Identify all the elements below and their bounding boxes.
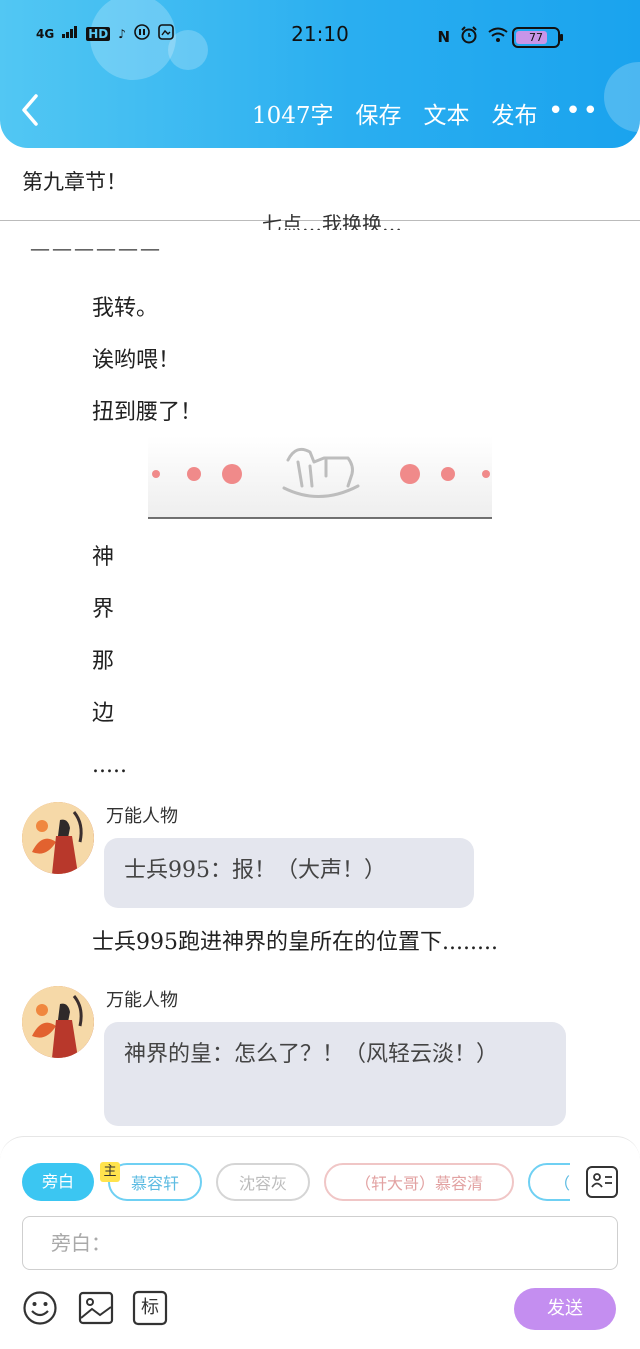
rocking-horse-divider [148,436,492,519]
header-menu: 1047字 保存 文本 发布 [252,96,538,130]
tag-label: 标 [141,1297,159,1318]
dash-separator: —————— [30,236,162,260]
back-button[interactable] [18,92,54,132]
nfc-icon: N [437,28,450,46]
avatar[interactable] [22,802,94,874]
role-chip-murongxuan[interactable]: 慕容轩 [108,1163,202,1201]
tag-button[interactable]: 标 [132,1290,168,1326]
story-line: 诶哟喂！ [92,348,181,373]
contact-card-icon [591,1173,612,1188]
status-bar: 4G HD ♪ 21:10 N 77 [0,22,640,52]
battery-indicator: 77 [512,27,563,48]
app-header: 4G HD ♪ 21:10 N 77 1047字 保存 文本 发布 ••• [0,0,640,148]
decor-bubble [604,62,640,132]
role-chip-partial[interactable]: （ [528,1163,570,1201]
role-manage-button[interactable] [586,1166,618,1198]
story-line: 边 [92,701,115,726]
story-line: 界 [92,597,115,622]
send-button[interactable]: 发送 [514,1288,616,1330]
emoji-icon [23,1291,57,1325]
story-line: ..... [92,753,127,778]
main-role-badge: 主 [100,1162,120,1182]
text-button[interactable]: 文本 [424,96,470,130]
story-line: 神 [92,545,115,570]
chat-message[interactable]: 万能人物 神界的皇：怎么了？！（风轻云淡！） [22,986,622,1132]
clipped-text-line: 七点…我换换… [262,212,402,230]
message-bubble[interactable]: 神界的皇：怎么了？！（风轻云淡！） [104,1022,566,1126]
role-chip-murongqing[interactable]: （轩大哥）慕容清 [324,1163,514,1201]
narration-text: 士兵995跑进神界的皇所在的位置下........ [92,930,498,955]
chapter-title[interactable]: 第九章节！ [22,166,127,196]
more-options-button[interactable]: ••• [548,96,600,126]
role-chip-narration[interactable]: 旁白 [22,1163,94,1201]
word-count: 1047字 [252,103,334,129]
sender-name: 万能人物 [106,806,178,827]
alarm-icon [460,26,478,48]
story-line: 那 [92,649,115,674]
message-input[interactable]: 旁白： [22,1216,618,1270]
story-line: 扭到腰了！ [92,400,203,425]
story-line: 我转。 [92,296,159,321]
role-chip-shenronghui[interactable]: 沈容灰 [216,1163,310,1201]
publish-button[interactable]: 发布 [492,96,538,130]
sender-name: 万能人物 [106,990,178,1011]
status-right: N [437,26,508,48]
emoji-button[interactable] [22,1290,58,1326]
save-button[interactable]: 保存 [356,96,402,130]
image-button[interactable] [78,1290,114,1326]
image-icon [78,1291,114,1325]
message-bubble[interactable]: 士兵995：报！（大声！） [104,838,474,908]
chat-message[interactable]: 万能人物 士兵995：报！（大声！） [22,802,622,912]
wifi-icon [488,27,508,47]
chevron-left-icon [22,94,38,126]
battery-text: 77 [529,31,543,44]
vertical-text-block: 神 界 那 边 ..... [92,532,127,792]
story-text-block: 我转。 诶哟喂！ 扭到腰了！ [92,283,202,439]
avatar[interactable] [22,986,94,1058]
